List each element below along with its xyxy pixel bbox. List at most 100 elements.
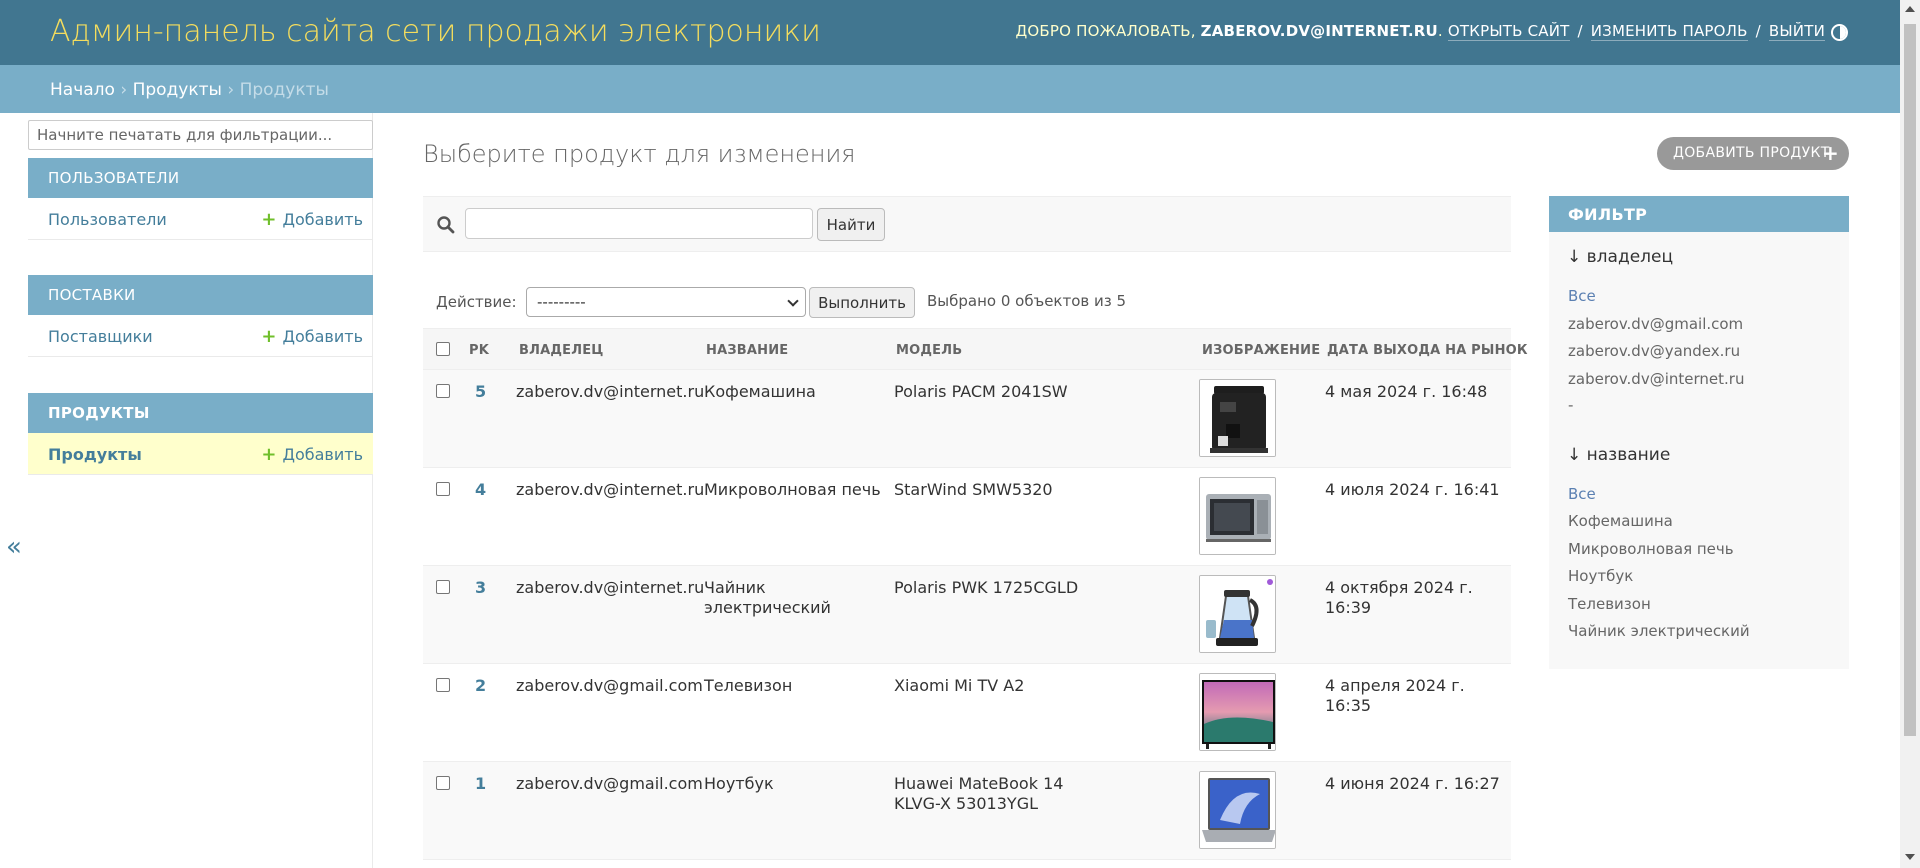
row-pk-link[interactable]: 4 [475, 480, 486, 500]
kettle-image [1199, 575, 1276, 653]
search-button[interactable]: Найти [817, 208, 885, 241]
sidebar-link-products[interactable]: Продукты [48, 445, 142, 464]
sidebar-item-products: Продукты + Добавить [28, 433, 373, 475]
sidebar-collapse-toggle[interactable]: « [6, 532, 22, 562]
separator: / [1755, 22, 1761, 40]
row-model: Xiaomi Mi TV A2 [894, 676, 1025, 695]
scroll-up-icon[interactable] [1905, 6, 1915, 12]
table-row: 1 zaberov.dv@gmail.com Ноутбук Huawei Ma… [423, 762, 1511, 860]
changelist-filter: Фильтр ↓ владелец Все zaberov.dv@gmail.c… [1549, 196, 1849, 669]
site-title[interactable]: Админ-панель сайта сети продажи электрон… [50, 14, 821, 49]
action-run-button[interactable]: Выполнить [809, 287, 915, 318]
actions-bar: Действие: --------- Выполнить Выбрано 0 … [423, 284, 1511, 320]
row-release-date: 4 июля 2024 г. 16:41 [1325, 480, 1500, 499]
module-caption-users[interactable]: Пользователи [28, 158, 373, 198]
select-all-checkbox[interactable] [436, 342, 450, 356]
module-users: Пользователи Пользователи + Добавить [28, 158, 373, 240]
header: Админ-панель сайта сети продажи электрон… [0, 0, 1900, 65]
column-header-owner[interactable]: Владелец [519, 343, 604, 358]
breadcrumb-separator: › [120, 80, 128, 100]
add-products-link[interactable]: + Добавить [261, 445, 363, 464]
logout-link[interactable]: Выйти [1768, 22, 1825, 41]
action-label: Действие: [436, 293, 517, 311]
action-select[interactable]: --------- [526, 287, 806, 317]
theme-toggle-icon[interactable] [1831, 24, 1848, 41]
scroll-down-icon[interactable] [1905, 854, 1915, 860]
column-header-image[interactable]: Изображение [1202, 343, 1320, 358]
breadcrumb: Начало › Продукты › Продукты [0, 65, 1900, 113]
column-header-name[interactable]: Название [706, 343, 788, 358]
tv-image [1199, 673, 1276, 751]
username: zaberov.dv@internet.ru [1200, 22, 1438, 40]
plus-icon: + [261, 444, 277, 465]
filter-item-owner-empty[interactable]: - [1568, 396, 1573, 414]
filter-item-owner[interactable]: zaberov.dv@internet.ru [1568, 370, 1744, 388]
search-icon [437, 216, 455, 234]
module-caption-supplies[interactable]: Поставки [28, 275, 373, 315]
view-site-link[interactable]: Открыть сайт [1447, 22, 1570, 41]
chevron-down-icon [787, 295, 799, 307]
row-checkbox[interactable] [436, 580, 450, 594]
row-pk-link[interactable]: 3 [475, 578, 486, 598]
column-header-pk[interactable]: PK [469, 343, 489, 358]
filter-item-name[interactable]: Чайник электрический [1568, 622, 1750, 640]
sidebar-link-users[interactable]: Пользователи [48, 210, 167, 229]
row-model: StarWind SMW5320 [894, 480, 1053, 499]
column-header-model[interactable]: Модель [896, 343, 962, 358]
column-header-release-date[interactable]: Дата выхода на рынок [1327, 343, 1528, 358]
table-row: 2 zaberov.dv@gmail.com Телевизон Xiaomi … [423, 664, 1511, 762]
separator: / [1577, 22, 1583, 40]
row-release-date: 4 апреля 2024 г. 16:35 [1325, 676, 1465, 715]
row-owner: zaberov.dv@internet.ru [516, 480, 705, 499]
microwave-image [1199, 477, 1276, 555]
row-checkbox[interactable] [436, 384, 450, 398]
welcome-text: Добро пожаловать, [1015, 22, 1196, 40]
row-checkbox[interactable] [436, 678, 450, 692]
filter-item-name[interactable]: Ноутбук [1568, 567, 1633, 585]
filter-item-owner[interactable]: zaberov.dv@yandex.ru [1568, 342, 1740, 360]
add-users-link[interactable]: + Добавить [261, 210, 363, 229]
add-suppliers-link[interactable]: + Добавить [261, 327, 363, 346]
nav-filter-input[interactable] [28, 120, 373, 150]
filter-item-name-all[interactable]: Все [1568, 485, 1596, 503]
module-products: Продукты Продукты + Добавить [28, 393, 373, 475]
module-caption-products[interactable]: Продукты [28, 393, 373, 433]
breadcrumb-app[interactable]: Продукты [133, 80, 222, 100]
filter-heading-name: ↓ название [1567, 445, 1671, 465]
change-password-link[interactable]: Изменить пароль [1590, 22, 1748, 41]
action-counter: Выбрано 0 объектов из 5 [927, 292, 1127, 310]
row-release-date: 4 мая 2024 г. 16:48 [1325, 382, 1488, 401]
filter-item-owner-all[interactable]: Все [1568, 287, 1596, 305]
filter-title: Фильтр [1549, 196, 1849, 232]
add-product-button[interactable]: Добавить продукт + [1657, 137, 1849, 170]
row-checkbox[interactable] [436, 776, 450, 790]
row-pk-link[interactable]: 5 [475, 382, 486, 402]
page-title: Выберите продукт для изменения [423, 140, 856, 168]
row-model: Polaris PWK 1725CGLD [894, 578, 1079, 597]
row-pk-link[interactable]: 1 [475, 774, 486, 794]
row-checkbox[interactable] [436, 482, 450, 496]
row-owner: zaberov.dv@gmail.com [516, 676, 703, 695]
row-name: Ноутбук [704, 774, 774, 793]
breadcrumb-home[interactable]: Начало [50, 80, 115, 100]
filter-item-name[interactable]: Кофемашина [1568, 512, 1673, 530]
search-toolbar: Найти [423, 196, 1511, 252]
scrollbar-thumb[interactable] [1904, 24, 1916, 736]
row-name: Микроволновая печь [704, 480, 881, 499]
row-name: Телевизон [704, 676, 793, 695]
row-pk-link[interactable]: 2 [475, 676, 486, 696]
add-label: Добавить [282, 210, 363, 229]
search-input[interactable] [465, 208, 813, 239]
page-scrollbar[interactable] [1900, 0, 1920, 868]
filter-item-name[interactable]: Телевизон [1568, 595, 1651, 613]
table-body: 5 zaberov.dv@internet.ru Кофемашина Pola… [423, 370, 1511, 860]
add-label: Добавить [282, 445, 363, 464]
sidebar-link-suppliers[interactable]: Поставщики [48, 327, 153, 346]
row-model: Polaris PACM 2041SW [894, 382, 1068, 401]
module-supplies: Поставки Поставщики + Добавить [28, 275, 373, 357]
filter-item-name[interactable]: Микроволновая печь [1568, 540, 1734, 558]
filter-item-owner[interactable]: zaberov.dv@gmail.com [1568, 315, 1743, 333]
row-owner: zaberov.dv@gmail.com [516, 774, 703, 793]
add-product-label: Добавить продукт [1673, 145, 1830, 161]
nav-sidebar: Пользователи Пользователи + Добавить Пост… [28, 113, 373, 868]
